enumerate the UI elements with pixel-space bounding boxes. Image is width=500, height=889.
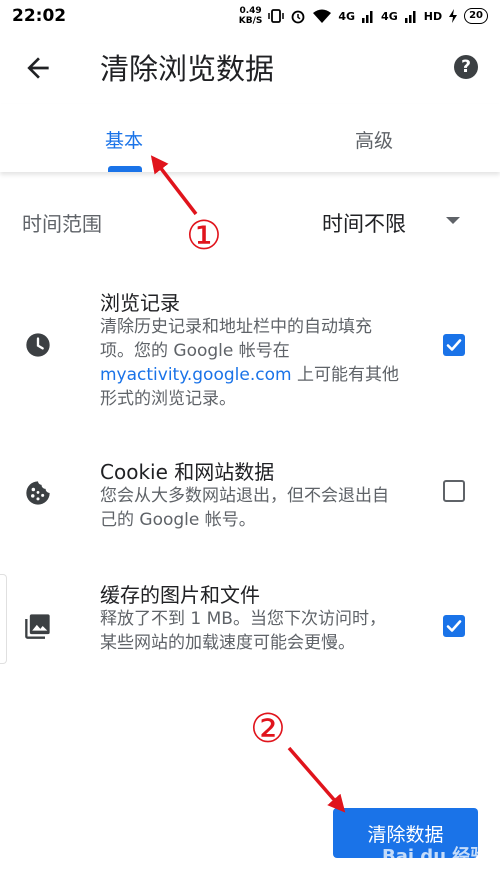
vibrate-icon xyxy=(268,9,285,23)
signal-4g-label: 4G xyxy=(338,9,356,23)
option-desc-cache: 释放了不到 1 MB。当您下次访问时，某些网站的加载速度可能会更慢。 xyxy=(100,609,386,653)
myactivity-link[interactable]: myactivity.google.com xyxy=(100,365,292,385)
app-bar: 清除浏览数据 ? xyxy=(0,32,500,104)
watermark: Bai du 经验 xyxy=(382,846,489,867)
signal-4g-label-2: 4G xyxy=(381,9,398,23)
caret-down-icon[interactable] xyxy=(446,217,460,224)
help-icon: ? xyxy=(461,57,471,77)
page-title: 清除浏览数据 xyxy=(100,52,275,86)
charging-icon xyxy=(449,9,458,23)
cookie-icon xyxy=(26,481,50,505)
time-range-dropdown[interactable]: 时间不限 xyxy=(322,208,406,238)
option-title-history[interactable]: 浏览记录 xyxy=(100,287,180,316)
checkbox-cookies[interactable] xyxy=(443,480,465,502)
wifi-icon xyxy=(313,9,332,23)
option-title-cookies[interactable]: Cookie 和网站数据 xyxy=(100,456,274,485)
time-range-label: 时间范围 xyxy=(22,212,102,236)
help-button[interactable]: ? xyxy=(454,55,478,79)
annotation-marker-2: ② xyxy=(250,706,286,752)
tab-advanced[interactable]: 高级 xyxy=(355,126,393,153)
option-desc-cookies: 您会从大多数网站退出，但不会退出自己的 Google 帐号。 xyxy=(100,486,389,530)
alarm-icon xyxy=(291,10,305,24)
check-icon xyxy=(446,620,462,632)
clock-time: 22:02 xyxy=(12,6,67,26)
status-icons: 0.49 KB/S 4G 4G HD 20 xyxy=(239,6,488,26)
signal-bars-icon-2 xyxy=(404,11,416,23)
battery-indicator: 20 xyxy=(464,8,488,24)
edge-panel-handle[interactable] xyxy=(0,574,7,664)
image-icon xyxy=(25,614,50,639)
checkbox-cache[interactable] xyxy=(443,615,465,637)
back-button[interactable] xyxy=(22,52,54,84)
check-icon xyxy=(446,339,462,351)
network-speed: 0.49 KB/S xyxy=(238,6,263,26)
option-title-cache[interactable]: 缓存的图片和文件 xyxy=(100,579,260,608)
clock-icon xyxy=(26,333,50,357)
tab-active-indicator xyxy=(108,166,142,172)
tab-bar: 基本 高级 xyxy=(0,104,500,172)
annotation-arrow-2 xyxy=(287,746,346,813)
checkbox-history[interactable] xyxy=(443,334,465,356)
option-desc-history: 清除历史记录和地址栏中的自动填充项。您的 Google 帐号在 myactivi… xyxy=(100,317,399,409)
signal-bars-icon xyxy=(362,11,373,23)
hd-label: HD xyxy=(423,9,443,23)
status-bar: 22:02 0.49 KB/S 4G 4G HD 20 xyxy=(0,0,500,32)
arrow-left-icon xyxy=(27,57,49,79)
tab-basic[interactable]: 基本 xyxy=(105,126,143,153)
annotation-marker-1: ① xyxy=(186,213,222,259)
